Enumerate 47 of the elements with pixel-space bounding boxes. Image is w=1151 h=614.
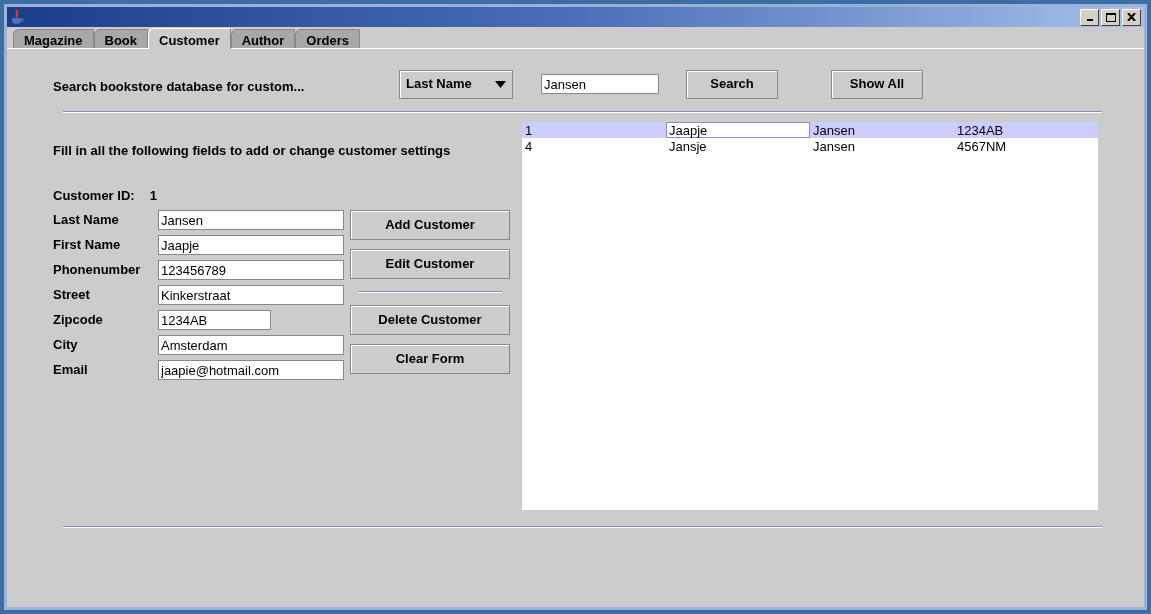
coffee-cup-icon xyxy=(10,9,24,25)
table-cell-text: 1234AB xyxy=(956,122,1005,138)
search-label: Search bookstore database for custom... xyxy=(53,78,306,97)
table-cell-text: Jansen xyxy=(812,122,856,138)
table-cell-text: 4567NM xyxy=(956,138,1008,154)
text-field[interactable]: jaapie@hotmail.com xyxy=(158,360,344,380)
tab[interactable]: Magazine xyxy=(13,29,94,48)
customer-id-value: 1 xyxy=(149,186,157,205)
minimize-button[interactable] xyxy=(1080,8,1099,26)
customer-id-label: Customer ID: xyxy=(53,186,135,205)
form-button[interactable]: Add Customer xyxy=(350,210,510,240)
field-label: Zipcode xyxy=(53,311,104,330)
text-field[interactable]: Jansen xyxy=(158,210,344,230)
dropdown-arrow-icon xyxy=(495,80,506,88)
field-label: Last Name xyxy=(53,211,120,230)
table-cell: Jaapje xyxy=(666,122,810,138)
table-cell-text: 1 xyxy=(524,122,534,138)
field-label: Email xyxy=(53,361,89,380)
field-label: Street xyxy=(53,286,91,305)
maximize-icon xyxy=(1105,12,1116,22)
field-label: City xyxy=(53,336,79,355)
close-icon xyxy=(1127,13,1136,21)
table-cell-text: Jansen xyxy=(812,138,856,154)
tab[interactable]: Customer xyxy=(148,28,231,49)
form-button[interactable]: Delete Customer xyxy=(350,305,510,335)
table-cell-text: 4 xyxy=(524,138,534,154)
table-row[interactable]: 1 Jaapje Jansen 1234AB xyxy=(522,122,1098,138)
text-field[interactable]: Amsterdam xyxy=(158,335,344,355)
close-button[interactable] xyxy=(1122,8,1141,26)
field-label: First Name xyxy=(53,236,122,255)
tab[interactable]: Author xyxy=(230,29,296,48)
field-label: Phonenumber xyxy=(53,261,142,280)
tab[interactable]: Book xyxy=(93,29,148,48)
show-all-button[interactable]: Show All xyxy=(831,69,923,99)
text-field[interactable]: Kinkerstraat xyxy=(158,285,344,305)
table-cell-text: Jansje xyxy=(668,138,708,154)
text-field[interactable]: 1234AB xyxy=(158,310,271,330)
form-instructions: Fill in all the following fields to add or change customer settings xyxy=(53,142,452,160)
tab[interactable]: Orders xyxy=(295,29,360,48)
text-field[interactable]: 123456789 xyxy=(158,260,344,280)
search-field-dropdown[interactable]: Last Name xyxy=(399,69,513,99)
search-button[interactable]: Search xyxy=(686,69,778,99)
search-input[interactable]: Jansen xyxy=(541,74,659,94)
text-field[interactable]: Jaapje xyxy=(158,235,344,255)
form-button[interactable]: Edit Customer xyxy=(350,249,510,279)
maximize-button[interactable] xyxy=(1101,8,1120,26)
form-button[interactable]: Clear Form xyxy=(350,344,510,374)
